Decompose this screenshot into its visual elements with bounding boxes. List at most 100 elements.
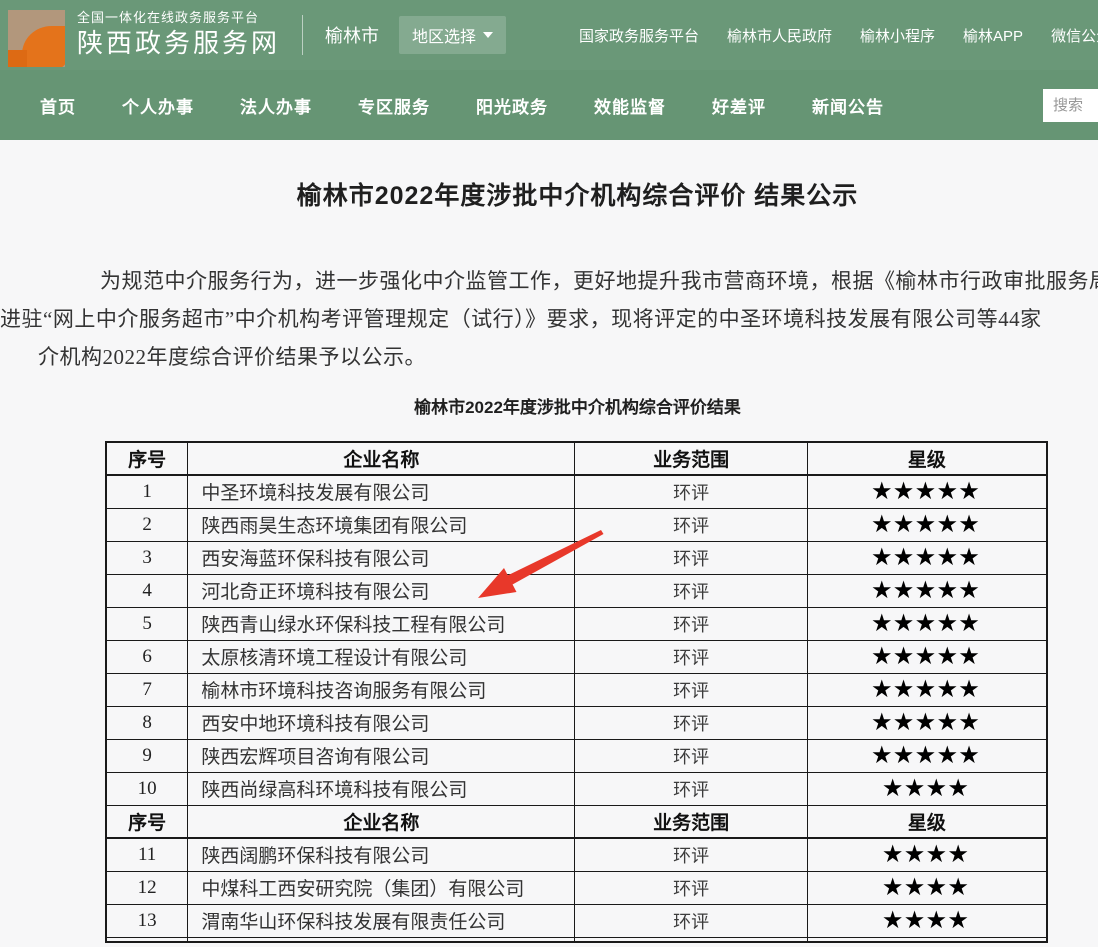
cell-no: 7 [106, 673, 188, 706]
nav-item-legal-affairs[interactable]: 法人办事 [240, 93, 312, 118]
cell-scope: 环评 [575, 673, 807, 706]
notice-paragraph: 为规范中介服务行为，进一步强化中介监管工作，更好地提升我市营商环境，根据《榆林市… [0, 262, 1098, 376]
table-row: 8西安中地环境科技有限公司环评★★★★★ [106, 706, 1047, 739]
evaluation-table-body: 序号企业名称业务范围星级1中圣环境科技发展有限公司环评★★★★★2陕西雨昊生态环… [106, 442, 1047, 942]
column-header-scope: 业务范围 [575, 805, 807, 838]
cell-scope: 环评 [575, 871, 807, 904]
cell-name: 陕西宏辉项目咨询有限公司 [188, 739, 575, 772]
nav-item-home[interactable]: 首页 [40, 93, 76, 118]
logo-leaf-shape [22, 26, 65, 67]
table-row: 2陕西雨昊生态环境集团有限公司环评★★★★★ [106, 508, 1047, 541]
table-header-row: 序号企业名称业务范围星级 [106, 805, 1047, 838]
cell-name: 中煤科工西安研究院（集团）有限公司 [188, 871, 575, 904]
table-row: 1中圣环境科技发展有限公司环评★★★★★ [106, 475, 1047, 508]
paragraph-line: 为规范中介服务行为，进一步强化中介监管工作，更好地提升我市营商环境，根据《榆林市… [0, 262, 1098, 300]
cell-name: 太原核清环境工程设计有限公司 [188, 640, 575, 673]
star-rating: ★★★★ [807, 838, 1047, 871]
star-rating: ★★★★★ [807, 475, 1047, 508]
cell-no: 12 [106, 871, 188, 904]
cell-name: 陕西尚绿高科环境科技有限公司 [188, 772, 575, 805]
brand-block: 全国一体化在线政务服务平台 陕西政务服务网 [77, 11, 280, 59]
logo-corner-shape [8, 50, 27, 67]
star-rating: ★★★★★ [807, 607, 1047, 640]
nav-item-sunshine-gov[interactable]: 阳光政务 [476, 93, 548, 118]
paragraph-line: 进驻“网上中介服务超市”中介机构考评管理规定（试行）》要求，现将评定的中圣环境科… [0, 300, 1098, 338]
cell-empty [106, 937, 188, 942]
cell-name: 渭南华山环保科技发展有限责任公司 [188, 904, 575, 937]
cell-scope: 环评 [575, 640, 807, 673]
cell-scope: 环评 [575, 904, 807, 937]
nav-item-zone-services[interactable]: 专区服务 [358, 93, 430, 118]
table-row: 7榆林市环境科技咨询服务有限公司环评★★★★★ [106, 673, 1047, 706]
cell-name: 中圣环境科技发展有限公司 [188, 475, 575, 508]
cell-empty [807, 937, 1047, 942]
cell-scope: 环评 [575, 475, 807, 508]
top-header-bar: 全国一体化在线政务服务平台 陕西政务服务网 榆林市 地区选择 国家政务服务平台 榆… [0, 0, 1098, 70]
paragraph-line: 介机构2022年度综合评价结果予以公示。 [0, 338, 1098, 376]
table-row: 10陕西尚绿高科环境科技有限公司环评★★★★ [106, 772, 1047, 805]
page-title: 榆林市2022年度涉批中介机构综合评价 结果公示 [0, 176, 1098, 212]
column-header-company: 企业名称 [188, 805, 575, 838]
cell-scope: 环评 [575, 739, 807, 772]
column-header-company: 企业名称 [188, 442, 575, 475]
table-row: 13渭南华山环保科技发展有限责任公司环评★★★★ [106, 904, 1047, 937]
star-rating: ★★★★★ [807, 739, 1047, 772]
header-link-yulin-miniprogram[interactable]: 榆林小程序 [860, 25, 935, 46]
cell-no: 11 [106, 838, 188, 871]
table-row: 6太原核清环境工程设计有限公司环评★★★★★ [106, 640, 1047, 673]
cell-name: 陕西青山绿水环保科技工程有限公司 [188, 607, 575, 640]
table-caption: 榆林市2022年度涉批中介机构综合评价结果 [0, 393, 1098, 418]
main-nav: 首页 个人办事 法人办事 专区服务 阳光政务 效能监督 好差评 新闻公告 [0, 70, 1098, 140]
column-header-stars: 星级 [807, 805, 1047, 838]
table-header-row: 序号企业名称业务范围星级 [106, 442, 1047, 475]
cell-no: 10 [106, 772, 188, 805]
cell-no: 5 [106, 607, 188, 640]
cell-no: 1 [106, 475, 188, 508]
cell-scope: 环评 [575, 772, 807, 805]
table-row: 9陕西宏辉项目咨询有限公司环评★★★★★ [106, 739, 1047, 772]
platform-label: 全国一体化在线政务服务平台 [77, 11, 280, 26]
table-row: 11陕西阔鹏环保科技有限公司环评★★★★ [106, 838, 1047, 871]
notice-page: 榆林市2022年度涉批中介机构综合评价 结果公示 为规范中介服务行为，进一步强化… [0, 140, 1098, 943]
star-rating: ★★★★★ [807, 574, 1047, 607]
brand-divider [302, 15, 303, 55]
star-rating: ★★★★ [807, 772, 1047, 805]
evaluation-table: 序号企业名称业务范围星级1中圣环境科技发展有限公司环评★★★★★2陕西雨昊生态环… [105, 441, 1048, 943]
current-region-label: 榆林市 [325, 22, 379, 48]
column-header-stars: 星级 [807, 442, 1047, 475]
star-rating: ★★★★ [807, 904, 1047, 937]
site-name: 陕西政务服务网 [77, 29, 280, 59]
table-row: 5陕西青山绿水环保科技工程有限公司环评★★★★★ [106, 607, 1047, 640]
nav-item-news[interactable]: 新闻公告 [812, 93, 884, 118]
star-rating: ★★★★ [807, 871, 1047, 904]
column-header-scope: 业务范围 [575, 442, 807, 475]
region-selector-button[interactable]: 地区选择 [399, 16, 506, 54]
cell-name: 陕西雨昊生态环境集团有限公司 [188, 508, 575, 541]
nav-item-personal-affairs[interactable]: 个人办事 [122, 93, 194, 118]
nav-item-efficiency-supervision[interactable]: 效能监督 [594, 93, 666, 118]
header-link-wechat-official[interactable]: 微信公众号 [1051, 25, 1098, 46]
cell-scope: 环评 [575, 541, 807, 574]
cell-no: 9 [106, 739, 188, 772]
cell-no: 6 [106, 640, 188, 673]
star-rating: ★★★★★ [807, 706, 1047, 739]
region-selector-label: 地区选择 [412, 23, 476, 47]
header-links: 国家政务服务平台榆林市人民政府榆林小程序榆林APP微信公众号注册 [579, 0, 1098, 70]
cell-scope: 环评 [575, 607, 807, 640]
cell-empty [188, 937, 575, 942]
nav-item-rating[interactable]: 好差评 [712, 93, 766, 118]
cell-no: 13 [106, 904, 188, 937]
cell-scope: 环评 [575, 508, 807, 541]
header-link-yulin-app[interactable]: 榆林APP [963, 25, 1023, 46]
site-logo-icon[interactable] [8, 10, 65, 67]
cell-empty [575, 937, 807, 942]
header-link-yulin-government[interactable]: 榆林市人民政府 [727, 25, 832, 46]
star-rating: ★★★★★ [807, 541, 1047, 574]
cell-name: 西安中地环境科技有限公司 [188, 706, 575, 739]
cell-no: 2 [106, 508, 188, 541]
table-row: 12中煤科工西安研究院（集团）有限公司环评★★★★ [106, 871, 1047, 904]
search-input[interactable] [1043, 89, 1098, 122]
table-row: 3西安海蓝环保科技有限公司环评★★★★★ [106, 541, 1047, 574]
cell-name: 西安海蓝环保科技有限公司 [188, 541, 575, 574]
header-link-national-platform[interactable]: 国家政务服务平台 [579, 25, 699, 46]
